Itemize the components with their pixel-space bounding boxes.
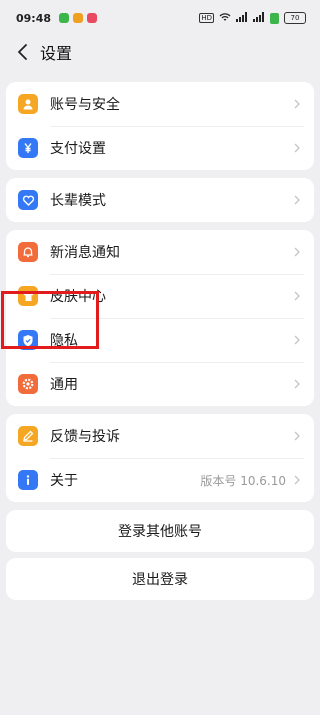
settings-item-label: 隐私 bbox=[50, 333, 78, 349]
settings-item-skin-center[interactable]: 皮肤中心 bbox=[6, 274, 314, 318]
settings-item-about[interactable]: 关于 版本号 10.6.10 bbox=[6, 458, 314, 502]
bell-icon bbox=[18, 242, 38, 262]
gear-icon bbox=[18, 374, 38, 394]
settings-group-general: 新消息通知 皮肤中心 隐私 通用 bbox=[6, 230, 314, 406]
battery-icon: 70 bbox=[284, 12, 306, 24]
settings-item-notifications[interactable]: 新消息通知 bbox=[6, 230, 314, 274]
user-icon bbox=[18, 94, 38, 114]
settings-item-label: 反馈与投诉 bbox=[50, 429, 120, 445]
app-notification-icon bbox=[87, 13, 98, 23]
logout-button[interactable]: 退出登录 bbox=[6, 558, 314, 600]
chevron-right-icon bbox=[294, 430, 302, 442]
chevron-right-icon bbox=[294, 194, 302, 206]
shield-icon bbox=[18, 330, 38, 350]
nav-bar: 设置 bbox=[0, 36, 320, 68]
settings-item-label: 长辈模式 bbox=[50, 193, 106, 209]
settings-item-account-security[interactable]: 账号与安全 bbox=[6, 82, 314, 126]
logout-label: 退出登录 bbox=[132, 572, 188, 588]
settings-item-label: 皮肤中心 bbox=[50, 289, 106, 305]
app-notification-icon bbox=[73, 13, 84, 23]
settings-item-feedback[interactable]: 反馈与投诉 bbox=[6, 414, 314, 458]
version-text: 版本号 10.6.10 bbox=[200, 473, 286, 488]
switch-account-label: 登录其他账号 bbox=[118, 524, 202, 540]
settings-item-label: 新消息通知 bbox=[50, 245, 120, 261]
settings-item-payment[interactable]: 支付设置 bbox=[6, 126, 314, 170]
switch-account-button[interactable]: 登录其他账号 bbox=[6, 510, 314, 552]
chevron-right-icon bbox=[294, 378, 302, 390]
settings-item-general[interactable]: 通用 bbox=[6, 362, 314, 406]
status-bar: 09:48 HD 70 bbox=[0, 0, 320, 36]
shirt-icon bbox=[18, 286, 38, 306]
back-button[interactable] bbox=[12, 41, 34, 63]
pencil-icon bbox=[18, 426, 38, 446]
settings-group-account: 账号与安全 支付设置 bbox=[6, 82, 314, 170]
chevron-right-icon bbox=[294, 246, 302, 258]
settings-list: 账号与安全 支付设置 长辈模式 新消息通知 皮肤中心 隐私 通用 反馈与投诉 关… bbox=[6, 82, 314, 606]
settings-group-about: 反馈与投诉 关于 版本号 10.6.10 bbox=[6, 414, 314, 502]
settings-item-privacy[interactable]: 隐私 bbox=[6, 318, 314, 362]
charging-icon bbox=[270, 12, 279, 24]
chevron-right-icon bbox=[294, 142, 302, 154]
signal-icon bbox=[236, 11, 248, 25]
signal-icon bbox=[253, 11, 265, 25]
chevron-right-icon bbox=[294, 474, 302, 486]
settings-item-label: 通用 bbox=[50, 377, 78, 393]
settings-item-label: 账号与安全 bbox=[50, 97, 120, 113]
settings-item-elder-mode[interactable]: 长辈模式 bbox=[6, 178, 314, 222]
chevron-left-icon bbox=[18, 44, 27, 60]
settings-group-elder: 长辈模式 bbox=[6, 178, 314, 222]
page-title: 设置 bbox=[40, 44, 73, 63]
app-notification-icon bbox=[59, 13, 70, 23]
chevron-right-icon bbox=[294, 98, 302, 110]
wifi-icon bbox=[219, 12, 231, 25]
heart-hands-icon bbox=[18, 190, 38, 210]
chevron-right-icon bbox=[294, 290, 302, 302]
chevron-right-icon bbox=[294, 334, 302, 346]
status-time: 09:48 bbox=[16, 11, 52, 25]
info-icon bbox=[18, 470, 38, 490]
hd-icon: HD bbox=[199, 13, 214, 23]
settings-item-label: 关于 bbox=[50, 473, 78, 489]
settings-item-label: 支付设置 bbox=[50, 141, 106, 157]
yen-icon bbox=[18, 138, 38, 158]
